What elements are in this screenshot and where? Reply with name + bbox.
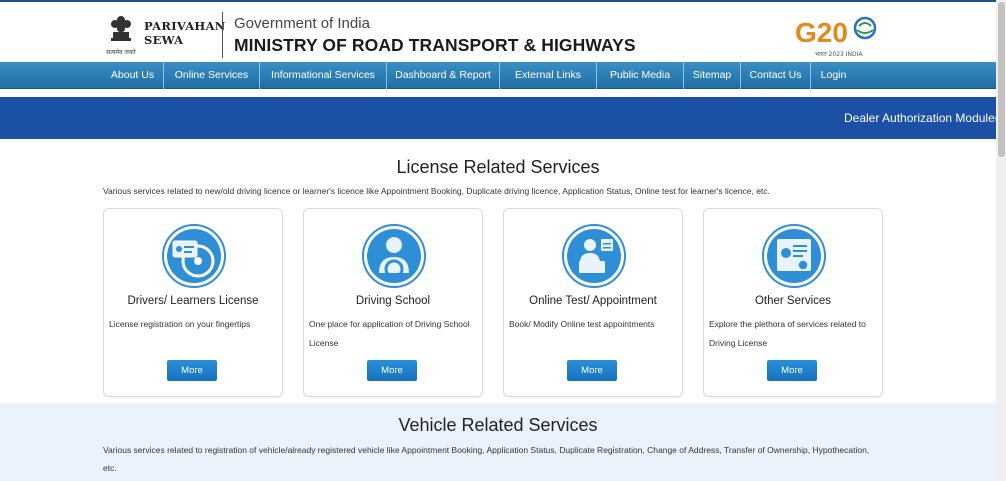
more-button-drivers-license[interactable]: More bbox=[167, 360, 217, 381]
vehicle-section: Vehicle Related Services Various service… bbox=[0, 403, 996, 481]
ministry-title: MINISTRY OF ROAD TRANSPORT & HIGHWAYS bbox=[234, 35, 636, 55]
ticker-text[interactable]: Dealer Authorization Module(C bbox=[844, 111, 1006, 125]
card-drivers-learners-license: Drivers/ Learners License License regist… bbox=[103, 208, 283, 397]
brand-line-2: SEWA bbox=[144, 33, 184, 47]
news-ticker: Dealer Authorization Module(C bbox=[0, 97, 1006, 139]
nav-contact-us[interactable]: Contact Us bbox=[741, 62, 811, 89]
scrollbar-thumb[interactable] bbox=[998, 2, 1005, 157]
card-description: Explore the plethora of services related… bbox=[709, 319, 866, 348]
more-button-online-test[interactable]: More bbox=[567, 360, 617, 381]
government-label: Government of India bbox=[234, 15, 370, 32]
emblem-motto: सत्यमेव जयते bbox=[106, 48, 136, 56]
nav-sitemap[interactable]: Sitemap bbox=[684, 62, 741, 89]
nav-about-us[interactable]: About Us bbox=[102, 62, 164, 89]
vehicle-section-title: Vehicle Related Services bbox=[398, 415, 598, 435]
vehicle-section-description: Various services related to registration… bbox=[103, 445, 870, 473]
card-online-test-appointment: Online Test/ Appointment Book/ Modify On… bbox=[503, 208, 683, 397]
license-section-title: License Related Services bbox=[396, 157, 600, 177]
certificate-icon bbox=[762, 224, 826, 288]
card-title: Online Test/ Appointment bbox=[529, 295, 657, 307]
nav-login[interactable]: Login bbox=[811, 62, 856, 89]
g20-subtitle: भारत 2023 INDIA bbox=[815, 51, 863, 58]
g20-logo-text: G20 bbox=[795, 17, 848, 48]
nav-online-services[interactable]: Online Services bbox=[164, 62, 260, 89]
nav-informational-services[interactable]: Informational Services bbox=[260, 62, 387, 89]
card-driving-school: Driving School One place for application… bbox=[303, 208, 483, 397]
card-other-services: Other Services Explore the plethora of s… bbox=[703, 208, 883, 397]
online-test-icon bbox=[562, 224, 626, 288]
license-section-description: Various services related to new/old driv… bbox=[103, 186, 770, 196]
nav-external-links[interactable]: External Links bbox=[500, 62, 597, 89]
main-navigation: About Us Online Services Informational S… bbox=[0, 62, 996, 89]
brand-line-1: PARIVAHAN bbox=[144, 19, 226, 33]
site-header: सत्यमेव जयते PARIVAHAN SEWA Government o… bbox=[0, 2, 996, 62]
more-button-other-services[interactable]: More bbox=[767, 360, 817, 381]
national-emblem-icon[interactable]: सत्यमेव जयते bbox=[104, 14, 138, 58]
card-title: Driving School bbox=[355, 295, 431, 307]
nav-dashboard-report[interactable]: Dashboard & Report bbox=[387, 62, 500, 89]
card-title: Drivers/ Learners License bbox=[127, 295, 259, 307]
g20-logo-icon: G20 भारत 2023 INDIA bbox=[795, 16, 877, 58]
header-divider bbox=[222, 12, 223, 58]
nav-public-media[interactable]: Public Media bbox=[597, 62, 684, 89]
page: सत्यमेव जयते PARIVAHAN SEWA Government o… bbox=[0, 0, 1006, 481]
more-button-driving-school[interactable]: More bbox=[367, 360, 417, 381]
license-steering-icon bbox=[162, 224, 226, 288]
card-description: Book/ Modify Online test appointments bbox=[509, 319, 655, 329]
brand-name[interactable]: PARIVAHAN SEWA bbox=[144, 19, 226, 47]
card-description: License registration on your fingertips bbox=[109, 319, 251, 329]
card-description: One place for application of Driving Sch… bbox=[309, 319, 470, 348]
card-title: Other Services bbox=[754, 295, 832, 307]
driving-school-icon bbox=[362, 224, 426, 288]
